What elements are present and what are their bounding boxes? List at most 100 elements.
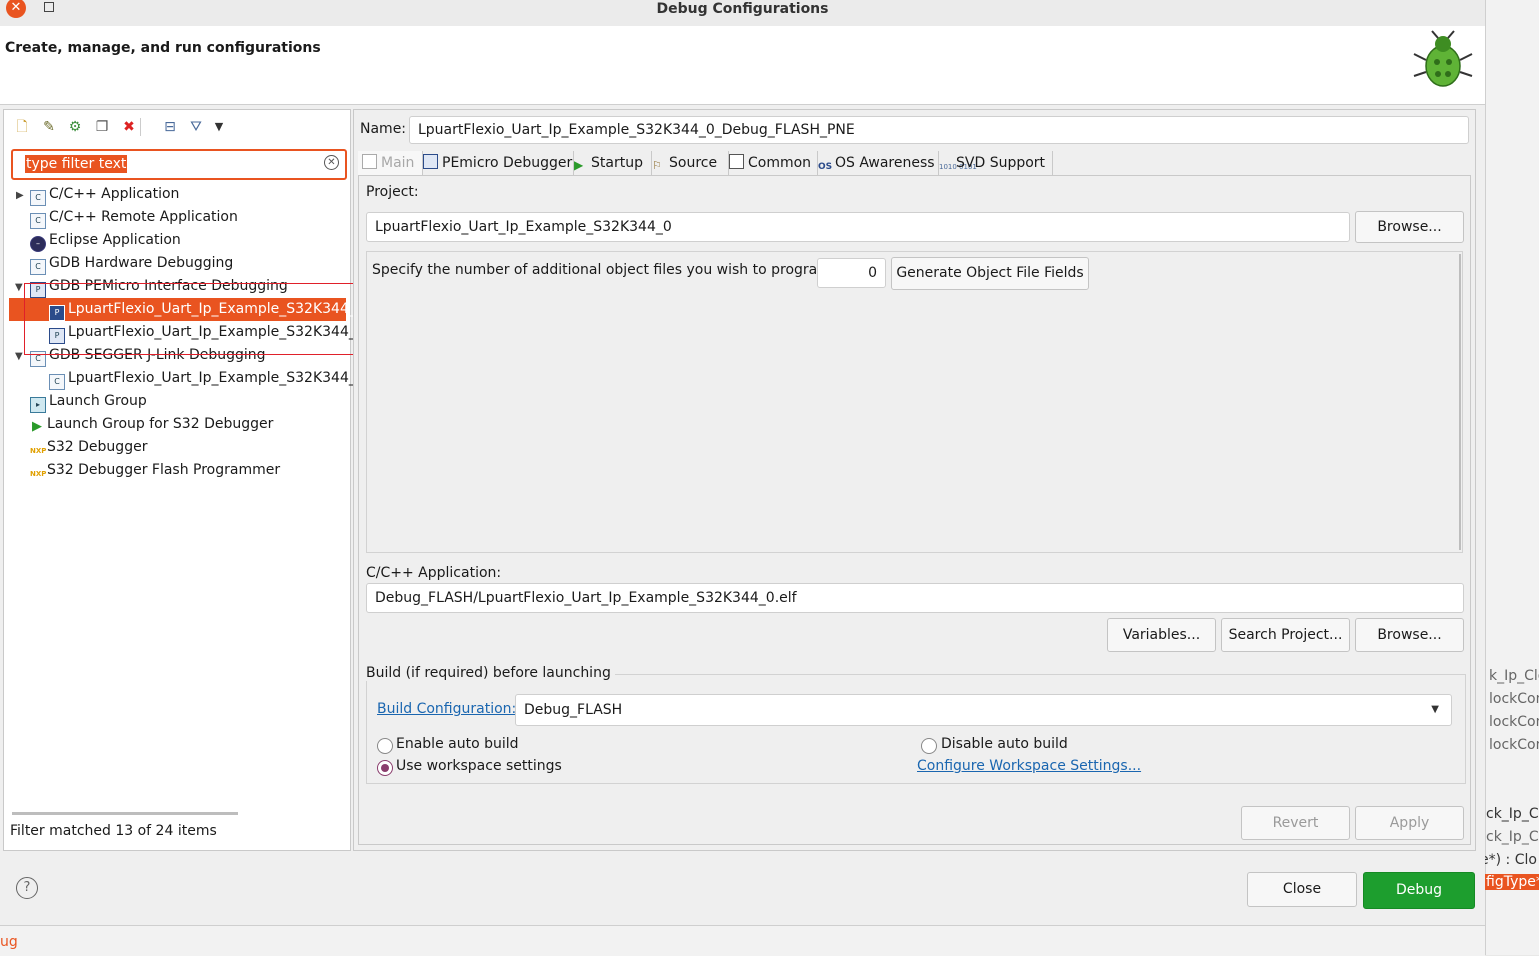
tab-label: SVD Support [956, 155, 1046, 171]
tab-common[interactable]: Common [725, 151, 818, 175]
maximize-icon[interactable] [44, 2, 54, 12]
tree-item-label: C/C++ Remote Application [49, 209, 238, 225]
horizontal-scrollbar[interactable] [12, 812, 238, 815]
c-app-icon: C [49, 374, 65, 390]
close-button[interactable]: Close [1247, 872, 1357, 907]
view-menu-icon[interactable]: ▼ [210, 118, 228, 136]
search-project-button[interactable]: Search Project... [1221, 618, 1350, 652]
tab-label: Common [748, 155, 812, 171]
enable-auto-build-radio[interactable] [377, 738, 393, 754]
project-field[interactable]: LpuartFlexio_Uart_Ip_Example_S32K344_0 [366, 212, 1350, 242]
bug-icon [1413, 30, 1473, 87]
build-configuration-link[interactable]: Build Configuration: [377, 701, 516, 717]
c-app-icon: C [30, 190, 46, 206]
bg-line: ck_Ip_Cl [1486, 806, 1539, 822]
c-app-icon: C [30, 213, 46, 229]
tab-label: OS Awareness [835, 155, 935, 171]
dialog-header: Create, manage, and run configurations [0, 26, 1485, 105]
browse-application-button[interactable]: Browse... [1355, 618, 1464, 652]
bg-line-selected: figType* [1482, 874, 1539, 890]
duplicate-icon[interactable]: ❐ [93, 118, 111, 136]
tree-item-segger-config[interactable]: C LpuartFlexio_Uart_Ip_Example_S32K344_ [49, 367, 356, 390]
expand-arrow-icon[interactable]: ▶ [16, 190, 24, 201]
export-configuration-icon[interactable]: ⚙ [66, 118, 84, 136]
filter-icon[interactable]: ⛛ [187, 118, 205, 136]
eclipse-icon: – [30, 236, 46, 252]
configuration-tree-panel: 🗋 ✎ ⚙ ❐ ✖ ⊟ ⛛ ▼ type filter text ✕ ▶ C C/… [3, 109, 356, 851]
main-tab-icon [362, 154, 377, 169]
launch-group-icon: ▸ [30, 397, 46, 413]
apply-button[interactable]: Apply [1355, 806, 1464, 840]
new-configuration-icon[interactable]: 🗋 [13, 118, 31, 136]
object-files-area: Specify the number of additional object … [366, 251, 1463, 553]
use-workspace-settings-radio[interactable] [377, 760, 393, 776]
tab-source[interactable]: ⚐ Source [648, 151, 729, 175]
startup-icon: ▶ [574, 158, 584, 172]
new-prototype-icon[interactable]: ✎ [40, 118, 58, 136]
bg-line: lockCon [1489, 737, 1539, 753]
cpp-application-field[interactable]: Debug_FLASH/LpuartFlexio_Uart_Ip_Example… [366, 583, 1464, 613]
tab-pemicro-debugger[interactable]: PEmicro Debugger [419, 151, 574, 175]
help-icon[interactable]: ? [16, 877, 38, 899]
filter-status: Filter matched 13 of 24 items [10, 823, 217, 839]
tree-item-c-application[interactable]: C C/C++ Application [30, 183, 179, 206]
tree-item-launch-group[interactable]: ▸ Launch Group [30, 390, 147, 413]
name-field[interactable]: LpuartFlexio_Uart_Ip_Example_S32K344_0_D… [409, 116, 1469, 144]
collapse-all-icon[interactable]: ⊟ [161, 118, 179, 136]
delete-icon[interactable]: ✖ [120, 118, 138, 136]
tab-os-awareness[interactable]: OS OS Awareness [814, 151, 939, 175]
tree-item-c-remote-application[interactable]: C C/C++ Remote Application [30, 206, 238, 229]
window-title: Debug Configurations [656, 1, 829, 17]
project-label: Project: [366, 184, 419, 200]
source-icon: ⚐ [652, 159, 662, 172]
tab-label: Source [669, 155, 718, 171]
tab-startup[interactable]: ▶ Startup [570, 151, 652, 175]
tab-label: Startup [591, 155, 643, 171]
tab-svd-support[interactable]: 1010 0101SVD Support [935, 151, 1053, 175]
tree-item-gdb-hardware-debugging[interactable]: C GDB Hardware Debugging [30, 252, 233, 275]
generate-object-file-fields-button[interactable]: Generate Object File Fields [891, 257, 1089, 290]
tree-item-s32-flash-programmer[interactable]: NXPS32 Debugger Flash Programmer [30, 459, 280, 482]
pemicro-icon [423, 154, 438, 169]
build-configuration-value: Debug_FLASH [524, 702, 623, 718]
variables-button[interactable]: Variables... [1107, 618, 1216, 652]
tree-item-label: C/C++ Application [49, 186, 180, 202]
tab-label: Main [381, 155, 415, 171]
os-awareness-icon: OS [818, 162, 833, 172]
background-ide-right: k_Ip_Clo lockCon lockCon lockCon ck_Ip_C… [1480, 0, 1539, 955]
debug-configurations-dialog: Debug Configurations ✕ Create, manage, a… [0, 0, 1485, 925]
name-label: Name: [360, 121, 407, 137]
browse-project-button[interactable]: Browse... [1355, 211, 1464, 243]
bg-line: e*) : Clo [1480, 852, 1537, 868]
build-configuration-select[interactable]: Debug_FLASH ▼ [515, 694, 1452, 726]
configure-workspace-settings-link[interactable]: Configure Workspace Settings... [917, 758, 1141, 774]
use-workspace-settings-label: Use workspace settings [396, 758, 562, 774]
background-ide-bottom: ug [0, 925, 1485, 956]
toolbar-separator [140, 118, 141, 136]
collapse-arrow-icon[interactable]: ▼ [15, 351, 23, 362]
collapse-arrow-icon[interactable]: ▼ [15, 282, 23, 293]
bg-line: k_Ip_Clo [1489, 668, 1539, 684]
c-app-icon: C [30, 259, 46, 275]
main-tab-content: Project: LpuartFlexio_Uart_Ip_Example_S3… [358, 175, 1471, 845]
revert-button[interactable]: Revert [1241, 806, 1350, 840]
configuration-editor: Name: LpuartFlexio_Uart_Ip_Example_S32K3… [353, 109, 1476, 851]
enable-auto-build-label: Enable auto build [396, 736, 519, 752]
filter-input[interactable]: type filter text ✕ [11, 149, 347, 180]
clear-filter-icon[interactable]: ✕ [324, 155, 339, 170]
tree-item-label: Launch Group for S32 Debugger [47, 416, 274, 432]
dropdown-arrow-icon: ▼ [1431, 704, 1439, 715]
disable-auto-build-radio[interactable] [921, 738, 937, 754]
build-group-label: Build (if required) before launching [366, 665, 615, 681]
launch-group-icon: ▶ [32, 419, 42, 434]
debug-button[interactable]: Debug [1363, 872, 1475, 909]
nxp-icon: NXP [30, 447, 47, 455]
tree-item-s32-debugger[interactable]: NXPS32 Debugger [30, 436, 147, 459]
tree-item-label: GDB Hardware Debugging [49, 255, 234, 271]
vertical-scrollbar[interactable] [1459, 254, 1461, 550]
tree-item-launch-group-s32[interactable]: ▶ Launch Group for S32 Debugger [30, 413, 273, 436]
tree-item-eclipse-application[interactable]: – Eclipse Application [30, 229, 181, 252]
tree-item-label: S32 Debugger [47, 439, 148, 455]
tab-main[interactable]: Main [358, 151, 423, 175]
object-files-count[interactable]: 0 [817, 258, 886, 288]
